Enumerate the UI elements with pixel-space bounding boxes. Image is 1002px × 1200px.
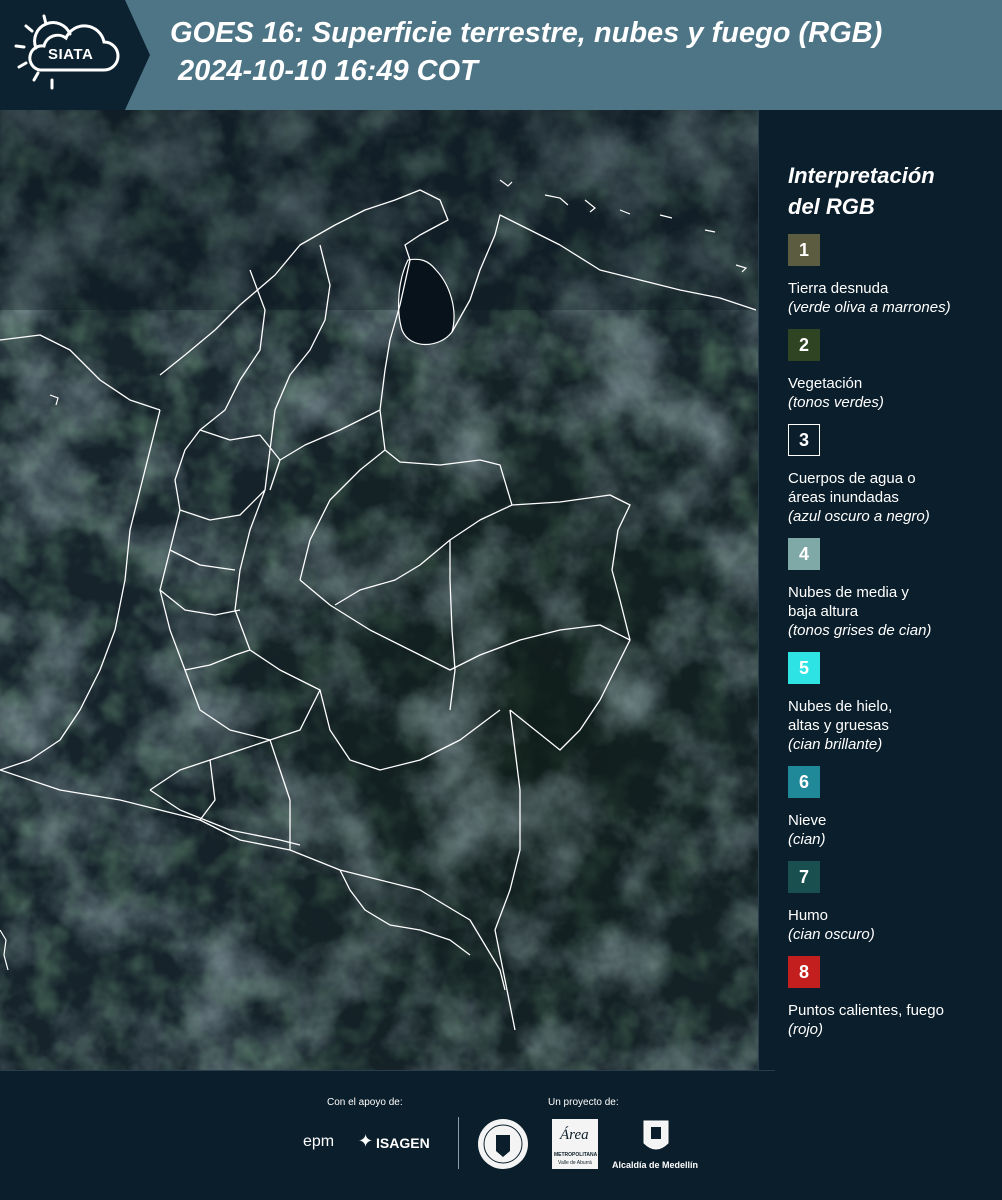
legend-title-line-1: Interpretación: [788, 163, 935, 188]
legend-label: Tierra desnuda: [788, 280, 889, 297]
legend-item-1: 1 Tierra desnuda (verde oliva a marrones): [788, 234, 993, 317]
epm-logo[interactable]: epm: [303, 1133, 334, 1151]
legend-sublabel: (rojo): [788, 1021, 824, 1038]
legend-item-3: 3 Cuerpos de agua o áreas inundadas (azul o…: [788, 424, 993, 526]
page-title: GOES 16: Superficie terrestre, nubes y f…: [170, 14, 882, 90]
legend-items: 1 Tierra desnuda (verde oliva a marrones) 2…: [788, 234, 993, 1039]
siata-logo[interactable]: SIATA: [0, 0, 150, 110]
legend-item-6: 6 Nieve (cian): [788, 766, 993, 849]
university-seal-icon[interactable]: [476, 1117, 530, 1171]
support-label: Con el apoyo de:: [327, 1097, 403, 1108]
area-metropolitana-word: Área: [560, 1127, 589, 1143]
satellite-map[interactable]: [0, 110, 759, 1070]
legend-swatch-8: 8: [788, 956, 820, 988]
legend-swatch-6: 6: [788, 766, 820, 798]
legend-sublabel: (tonos verdes): [788, 394, 884, 411]
legend-label: áreas inundadas: [788, 489, 899, 506]
legend-sublabel: (cian brillante): [788, 736, 883, 753]
legend-label: Humo: [788, 907, 829, 924]
footer-vertical-divider: [458, 1117, 459, 1169]
satellite-rgb-image: [0, 110, 758, 1070]
header-bar: SIATA GOES 16: Superficie terrestre, nub…: [0, 0, 1002, 110]
legend-label: Nubes de hielo,: [788, 698, 893, 715]
logo-text: SIATA: [48, 46, 94, 63]
legend-sublabel: (cian): [788, 831, 826, 848]
rgb-legend: Interpretación del RGB 1 Tierra desnuda (v…: [788, 160, 993, 1051]
legend-label: Puntos calientes, fuego: [788, 1002, 944, 1019]
legend-swatch-3: 3: [788, 424, 820, 456]
legend-sublabel: (azul oscuro a negro): [788, 508, 930, 525]
legend-sublabel: (verde oliva a marrones): [788, 299, 951, 316]
legend-swatch-7: 7: [788, 861, 820, 893]
legend-item-8: 8 Puntos calientes, fuego (rojo): [788, 956, 993, 1039]
legend-title-line-2: del RGB: [788, 194, 875, 219]
legend-swatch-5: 5: [788, 652, 820, 684]
legend-item-2: 2 Vegetación (tonos verdes): [788, 329, 993, 412]
area-metropolitana-line-1: METROPOLITANA: [554, 1152, 598, 1158]
legend-item-7: 7 Humo (cian oscuro): [788, 861, 993, 944]
legend-label: Nubes de media y: [788, 584, 909, 601]
title-line-2: 2024-10-10 16:49 COT: [178, 55, 478, 87]
legend-sublabel: (tonos grises de cian): [788, 622, 932, 639]
legend-swatch-2: 2: [788, 329, 820, 361]
isagen-star-icon: ✦: [358, 1131, 374, 1151]
legend-title: Interpretación del RGB: [788, 160, 993, 222]
legend-swatch-4: 4: [788, 538, 820, 570]
area-metropolitana-logo[interactable]: Área METROPOLITANA Valle de Aburrá: [552, 1119, 598, 1169]
footer: Con el apoyo de: Un proyecto de: epm ✦ I…: [0, 1071, 1002, 1200]
isagen-logo[interactable]: ISAGEN: [376, 1135, 430, 1151]
alcaldia-label: Alcaldía de Medellín: [612, 1160, 699, 1170]
legend-label: Cuerpos de agua o: [788, 470, 916, 487]
area-metropolitana-line-2: Valle de Aburrá: [558, 1160, 592, 1166]
legend-label: baja altura: [788, 603, 859, 620]
legend-label: Nieve: [788, 812, 827, 829]
legend-sublabel: (cian oscuro): [788, 926, 875, 943]
title-line-1: GOES 16: Superficie terrestre, nubes y f…: [170, 17, 883, 49]
alcaldia-shield-icon[interactable]: [642, 1119, 670, 1157]
legend-item-5: 5 Nubes de hielo, altas y gruesas (cian bri…: [788, 652, 993, 754]
legend-item-4: 4 Nubes de media y baja altura (tonos grise…: [788, 538, 993, 640]
legend-label: Vegetación: [788, 375, 863, 392]
project-label: Un proyecto de:: [548, 1097, 619, 1108]
legend-swatch-1: 1: [788, 234, 820, 266]
legend-label: altas y gruesas: [788, 717, 889, 734]
